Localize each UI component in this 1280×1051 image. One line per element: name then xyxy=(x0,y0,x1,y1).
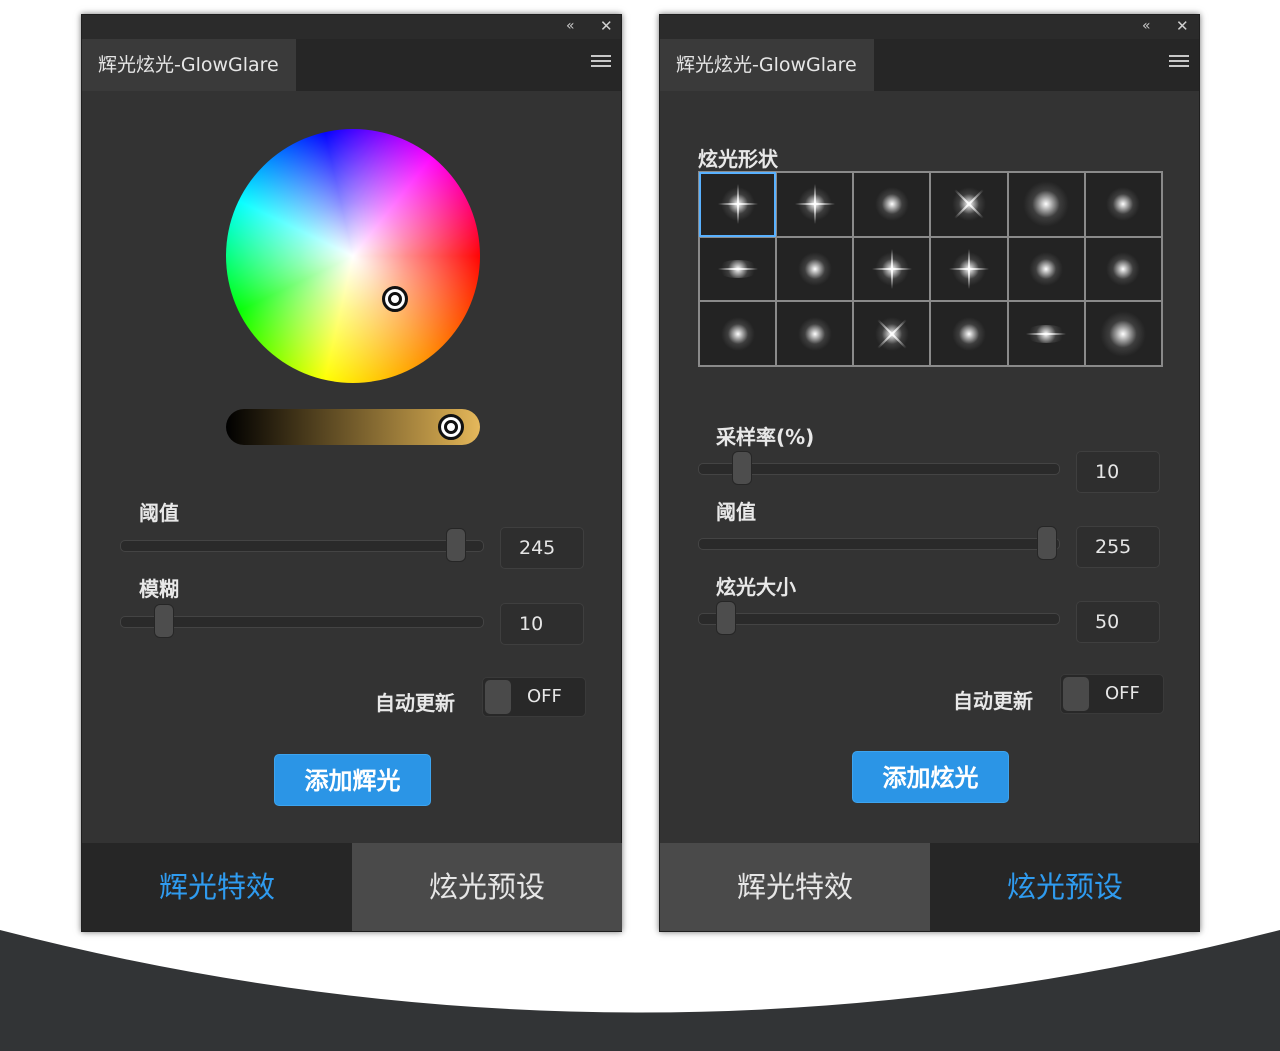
auto-update-label: 自动更新 xyxy=(953,689,1033,713)
tab-flare-presets[interactable]: 炫光预设 xyxy=(930,843,1200,931)
panel-titlebar: « ✕ xyxy=(82,15,621,39)
color-picker-handle[interactable] xyxy=(382,286,408,312)
flare-shape-label: 炫光形状 xyxy=(698,147,778,171)
flare-shape-cell[interactable] xyxy=(1007,236,1085,302)
close-icon[interactable]: ✕ xyxy=(600,17,613,35)
flare-shape-cell[interactable] xyxy=(853,172,931,237)
flare-preview-icon xyxy=(952,316,987,351)
flare-size-slider-thumb[interactable] xyxy=(716,601,736,635)
flare-preview-icon xyxy=(1106,251,1141,286)
tab-flare-presets[interactable]: 炫光预设 xyxy=(352,843,622,931)
flare-shape-cell[interactable] xyxy=(1007,301,1085,366)
auto-update-toggle[interactable]: OFF xyxy=(482,677,586,717)
flare-shape-cell[interactable] xyxy=(699,301,777,366)
auto-update-toggle[interactable]: OFF xyxy=(1060,674,1164,714)
collapse-icon[interactable]: « xyxy=(566,18,574,34)
color-wheel[interactable] xyxy=(226,129,480,383)
blur-input[interactable]: 10 xyxy=(500,603,584,645)
panel-content: 炫光形状 采样率(%) 10 阈值 255 炫光大小 50 自动更新 OFF 添… xyxy=(660,91,1199,843)
collapse-icon[interactable]: « xyxy=(1142,18,1150,34)
flare-size-label: 炫光大小 xyxy=(716,575,796,599)
flare-panel: « ✕ 辉光炫光-GlowGlare 炫光形状 采样率(%) 10 阈值 255… xyxy=(659,14,1200,932)
flare-shape-cell[interactable] xyxy=(776,172,854,237)
sample-rate-slider-track[interactable] xyxy=(698,463,1060,475)
tab-glow-effects[interactable]: 辉光特效 xyxy=(82,843,352,931)
panel-tabstrip: 辉光炫光-GlowGlare xyxy=(82,39,621,91)
flare-size-input[interactable]: 50 xyxy=(1076,601,1160,643)
menu-icon[interactable] xyxy=(591,55,611,70)
flare-preview-icon xyxy=(874,187,909,222)
flare-shape-grid xyxy=(698,171,1163,367)
flare-shape-cell[interactable] xyxy=(1007,172,1085,237)
blur-slider-track[interactable] xyxy=(120,616,484,628)
flare-shape-cell[interactable] xyxy=(1084,236,1162,302)
flare-shape-cell[interactable] xyxy=(1084,301,1162,366)
flare-shape-cell[interactable] xyxy=(776,301,854,366)
threshold-label: 阈值 xyxy=(716,500,756,524)
toggle-state: OFF xyxy=(1105,683,1140,704)
sample-rate-input[interactable]: 10 xyxy=(1076,451,1160,493)
flare-shape-cell[interactable] xyxy=(930,236,1008,302)
toggle-state: OFF xyxy=(527,686,562,707)
flare-shape-cell[interactable] xyxy=(699,172,777,237)
flare-preview-icon xyxy=(1023,181,1070,228)
glow-panel: « ✕ 辉光炫光-GlowGlare 阈值 245 模糊 10 自动更新 OFF… xyxy=(81,14,622,932)
flare-preview-icon xyxy=(797,316,832,351)
panel-title-tab[interactable]: 辉光炫光-GlowGlare xyxy=(660,39,874,91)
flare-preview-icon xyxy=(797,251,832,286)
sample-rate-slider-thumb[interactable] xyxy=(732,451,752,485)
flare-shape-cell[interactable] xyxy=(699,236,777,302)
threshold-label: 阈值 xyxy=(139,501,179,525)
blur-label: 模糊 xyxy=(139,577,179,601)
brightness-gradient-bar[interactable] xyxy=(226,409,480,445)
threshold-slider-track[interactable] xyxy=(120,540,484,552)
blur-slider-thumb[interactable] xyxy=(154,604,174,638)
threshold-slider-thumb[interactable] xyxy=(1037,526,1057,560)
flare-preview-icon xyxy=(1106,187,1141,222)
close-icon[interactable]: ✕ xyxy=(1176,17,1189,35)
add-glow-button[interactable]: 添加辉光 xyxy=(274,754,431,806)
flare-shape-cell[interactable] xyxy=(776,236,854,302)
flare-shape-cell[interactable] xyxy=(930,301,1008,366)
panel-title-tab[interactable]: 辉光炫光-GlowGlare xyxy=(82,39,296,91)
threshold-input[interactable]: 255 xyxy=(1076,526,1160,568)
add-flare-button[interactable]: 添加炫光 xyxy=(852,751,1009,803)
flare-shape-cell[interactable] xyxy=(1084,172,1162,237)
flare-shape-cell[interactable] xyxy=(853,236,931,302)
flare-shape-cell[interactable] xyxy=(930,172,1008,237)
sample-rate-label: 采样率(%) xyxy=(716,425,815,449)
brightness-handle[interactable] xyxy=(438,414,464,440)
tab-glow-effects[interactable]: 辉光特效 xyxy=(660,843,930,931)
flare-preview-icon xyxy=(1100,310,1147,357)
bottom-tabbar: 辉光特效 炫光预设 xyxy=(82,843,622,931)
bottom-tabbar: 辉光特效 炫光预设 xyxy=(660,843,1200,931)
auto-update-label: 自动更新 xyxy=(375,691,455,715)
panel-tabstrip: 辉光炫光-GlowGlare xyxy=(660,39,1199,91)
panel-content: 阈值 245 模糊 10 自动更新 OFF 添加辉光 xyxy=(82,91,621,843)
panel-titlebar: « ✕ xyxy=(660,15,1199,39)
flare-preview-icon xyxy=(720,316,755,351)
flare-shape-cell[interactable] xyxy=(853,301,931,366)
flare-size-slider-track[interactable] xyxy=(698,613,1060,625)
menu-icon[interactable] xyxy=(1169,55,1189,70)
threshold-slider-thumb[interactable] xyxy=(446,528,466,562)
flare-preview-icon xyxy=(1029,251,1064,286)
threshold-input[interactable]: 245 xyxy=(500,527,584,569)
threshold-slider-track[interactable] xyxy=(698,538,1060,550)
